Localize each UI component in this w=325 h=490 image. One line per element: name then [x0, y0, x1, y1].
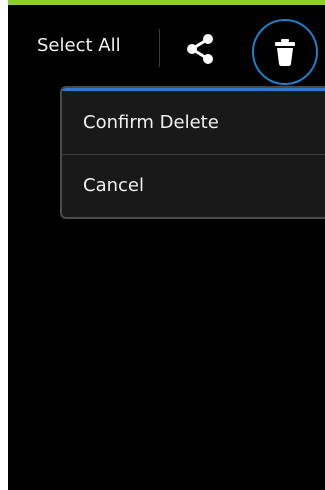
screen: Select All Confirm Delete Cancel	[8, 0, 325, 490]
trash-icon	[275, 39, 295, 66]
confirm-delete-item[interactable]: Confirm Delete	[62, 92, 325, 154]
confirm-delete-label: Confirm Delete	[83, 112, 219, 133]
select-all-button[interactable]: Select All	[37, 35, 121, 57]
cancel-item[interactable]: Cancel	[62, 155, 325, 217]
cancel-label: Cancel	[83, 175, 144, 196]
share-icon	[187, 34, 213, 64]
popup-accent-bar	[62, 88, 325, 91]
delete-button[interactable]	[252, 19, 318, 85]
action-bar: Select All	[8, 5, 325, 87]
action-bar-divider	[159, 29, 160, 67]
share-button[interactable]	[182, 31, 218, 67]
confirm-delete-menu: Confirm Delete Cancel	[60, 86, 325, 219]
